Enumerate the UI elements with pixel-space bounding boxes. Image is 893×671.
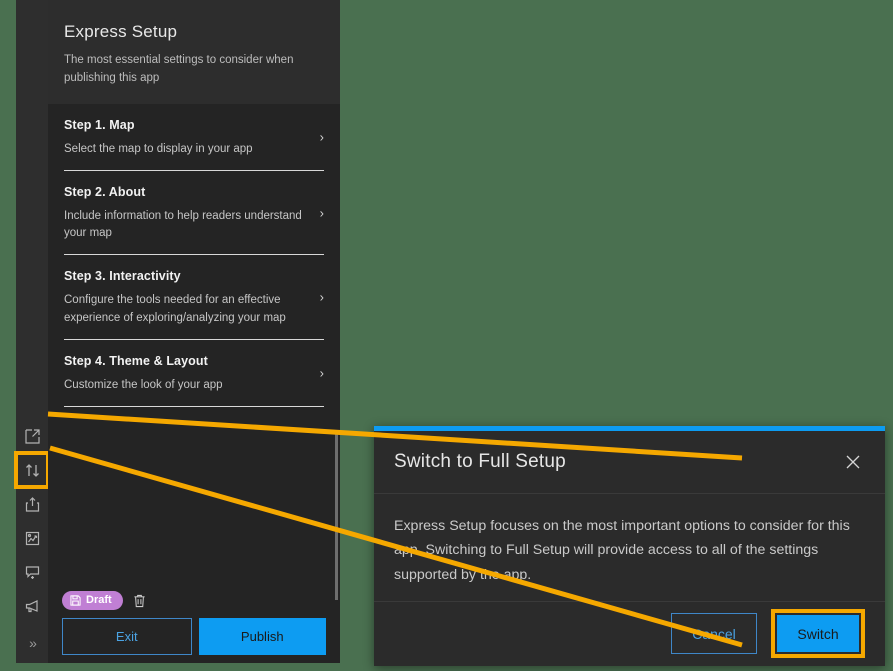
publish-button[interactable]: Publish	[198, 618, 326, 655]
steps-list: Step 1. Map Select the map to display in…	[48, 103, 340, 408]
step-description: Customize the look of your app	[64, 378, 223, 391]
step-item-4[interactable]: Step 4. Theme & Layout Customize the loo…	[64, 340, 324, 408]
step-description: Select the map to display in your app	[64, 142, 253, 155]
step-description: Include information to help readers unde…	[64, 209, 302, 240]
dialog-header: Switch to Full Setup	[374, 431, 885, 494]
status-badge[interactable]: Draft	[62, 591, 123, 610]
expand-rail-button[interactable]: »	[16, 623, 48, 663]
chevron-right-icon: ›	[319, 365, 324, 381]
step-text: Step 1. Map Select the map to display in…	[64, 118, 324, 158]
app-root: » Express Setup The most essential setti…	[0, 0, 893, 671]
chevron-right-icon: ›	[319, 205, 324, 221]
switch-setup-mode-icon[interactable]	[14, 451, 50, 489]
page-subtitle: The most essential settings to consider …	[64, 54, 294, 84]
step-title: Step 4. Theme & Layout	[64, 353, 208, 368]
dialog-message: Express Setup focuses on the most import…	[374, 494, 885, 602]
preview-icon[interactable]	[16, 521, 48, 555]
left-icon-rail: »	[14, 0, 50, 663]
switch-button[interactable]: Switch	[775, 613, 861, 654]
chevron-right-icon: ›	[319, 289, 324, 305]
close-icon[interactable]	[839, 448, 867, 476]
announcement-icon[interactable]	[16, 589, 48, 623]
cancel-button[interactable]: Cancel	[671, 613, 757, 654]
panel-empty-space	[48, 407, 340, 591]
trash-icon[interactable]	[133, 594, 146, 608]
step-text: Step 3. Interactivity Configure the tool…	[64, 269, 324, 327]
panel-action-buttons: Exit Publish	[48, 618, 340, 655]
step-title: Step 3. Interactivity	[64, 269, 181, 284]
switch-button-highlight: Switch	[771, 609, 865, 658]
save-disk-icon	[70, 594, 81, 606]
express-setup-panel: Express Setup The most essential setting…	[48, 0, 340, 663]
chevron-right-icon: ›	[319, 129, 324, 145]
step-title: Step 2. About	[64, 184, 146, 199]
dialog-title: Switch to Full Setup	[394, 451, 566, 472]
step-description: Configure the tools needed for an effect…	[64, 294, 286, 324]
open-in-new-window-icon[interactable]	[16, 419, 48, 453]
step-item-3[interactable]: Step 3. Interactivity Configure the tool…	[64, 255, 324, 340]
step-text: Step 2. About Include information to hel…	[64, 185, 324, 243]
step-item-1[interactable]: Step 1. Map Select the map to display in…	[64, 104, 324, 171]
feedback-icon[interactable]	[16, 555, 48, 589]
step-title: Step 1. Map	[64, 117, 135, 132]
page-title: Express Setup	[64, 22, 178, 41]
step-text: Step 4. Theme & Layout Customize the loo…	[64, 354, 324, 394]
dialog-footer: Cancel Switch	[374, 602, 885, 665]
panel-scrollbar[interactable]	[335, 430, 338, 600]
step-item-2[interactable]: Step 2. About Include information to hel…	[64, 171, 324, 256]
exit-button[interactable]: Exit	[62, 618, 192, 655]
share-icon[interactable]	[16, 487, 48, 521]
panel-header: Express Setup The most essential setting…	[48, 0, 340, 104]
switch-to-full-setup-dialog: Switch to Full Setup Express Setup focus…	[374, 426, 885, 666]
draft-label: Draft	[86, 594, 112, 606]
panel-status-bar: Draft	[48, 591, 340, 618]
